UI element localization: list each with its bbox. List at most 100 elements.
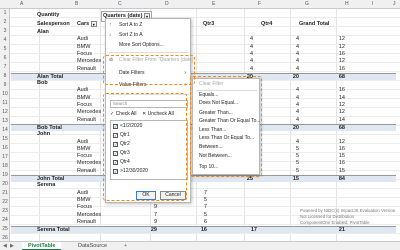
check-all-button[interactable]: ✓ Check All: [110, 111, 136, 117]
search-input[interactable]: Search: [110, 100, 188, 108]
col-B[interactable]: B: [75, 1, 78, 7]
col-E[interactable]: E: [212, 1, 215, 7]
filter-item[interactable]: ✓ Qtr1: [113, 132, 130, 139]
filter-item[interactable]: ✓ Qtr2: [113, 141, 130, 148]
car-cell: Mercedes: [77, 58, 102, 65]
col-J[interactable]: J: [393, 1, 396, 7]
row-number[interactable]: 15: [0, 135, 10, 144]
checkbox-checked-icon[interactable]: ✓: [113, 169, 118, 174]
row-number[interactable]: 14: [0, 126, 10, 135]
grand-total-cell: 15: [338, 153, 345, 160]
does-not-equal-item[interactable]: Does Not Equal...: [199, 99, 238, 108]
row-number[interactable]: 5: [0, 45, 10, 54]
pivot-data-row: Audi 4 4 12: [11, 36, 396, 43]
quantity-label: Quantity: [37, 12, 60, 18]
checkbox-checked-icon[interactable]: ✓: [113, 160, 118, 165]
row-number[interactable]: 21: [0, 189, 10, 198]
filter-item[interactable]: ✓ Qtr3: [113, 150, 130, 157]
uncheck-all-button[interactable]: ✕ Uncheck All: [142, 111, 174, 117]
row-number[interactable]: 9: [0, 81, 10, 90]
value-filters-label: Value Filters: [119, 82, 147, 88]
sort-a-z-label: Sort A to Z: [119, 22, 143, 28]
col-A[interactable]: A: [20, 1, 23, 7]
col-I[interactable]: I: [372, 1, 373, 7]
tab-pivottable[interactable]: PivotTable: [22, 242, 62, 250]
row-number[interactable]: 20: [0, 180, 10, 189]
filter-item[interactable]: ✓ <1/2/2020: [113, 123, 142, 130]
col-D[interactable]: D: [165, 1, 169, 7]
more-sort-options-item[interactable]: More Sort Options...: [109, 41, 189, 50]
cars-field-header[interactable]: Cars ▾: [77, 20, 97, 29]
cancel-button[interactable]: Cancel: [160, 191, 186, 200]
not-between-item[interactable]: Not Between...: [199, 152, 232, 161]
row-number[interactable]: 16: [0, 144, 10, 153]
row-number[interactable]: 12: [0, 108, 10, 117]
col-C[interactable]: C: [118, 1, 122, 7]
row-number[interactable]: 1: [0, 9, 10, 18]
sheet-tab-bar: ◀ ▶ PivotTable DataSource +: [0, 241, 400, 250]
checkbox-checked-icon[interactable]: ✓: [113, 142, 118, 147]
less-than-or-equal-item[interactable]: Less Than Or Equal To...: [199, 134, 254, 143]
grand-total-cell: 16: [338, 65, 345, 72]
filter-item[interactable]: ✓ Qtr4: [113, 159, 130, 166]
row-number[interactable]: 3: [0, 27, 10, 36]
row-number[interactable]: 19: [0, 171, 10, 180]
ok-button[interactable]: OK: [136, 191, 156, 200]
pivot-group-row: Alan: [11, 29, 396, 36]
qtr4-value-cell: 4: [295, 102, 299, 108]
car-cell: Audi: [77, 138, 89, 145]
value-cell: 21: [338, 227, 345, 234]
clear-filter-item[interactable]: ⊘ Clear Filter From "Quarters (date)": [109, 56, 195, 65]
between-item[interactable]: Between...: [199, 143, 223, 152]
sort-az-icon: ↑: [109, 22, 112, 28]
row-number[interactable]: 8: [0, 72, 10, 81]
checkbox-checked-icon[interactable]: ✓: [113, 133, 118, 138]
row-number[interactable]: 11: [0, 99, 10, 108]
qtr3-value-cell: 4: [249, 50, 253, 57]
sort-z-a-item[interactable]: ↓ Sort Z to A: [109, 31, 189, 40]
cars-dropdown-icon[interactable]: ▾: [90, 20, 97, 27]
row-number[interactable]: 23: [0, 207, 10, 216]
checkbox-checked-icon[interactable]: ✓: [113, 151, 118, 156]
tab-prev-icon[interactable]: ◀: [3, 243, 7, 249]
row-number[interactable]: 6: [0, 54, 10, 63]
qtr4-value-cell: 4: [295, 50, 299, 57]
row-number[interactable]: 22: [0, 198, 10, 207]
pivot-total-row: Serena Total 29 16 17 21: [11, 226, 396, 234]
value-filters-item[interactable]: Value Filters ›: [109, 81, 189, 90]
row-number[interactable]: 7: [0, 63, 10, 72]
clear-value-filter-item[interactable]: Clear Filter: [199, 80, 223, 89]
qtr4-value-cell: 4: [295, 109, 299, 116]
grand-total-cell: 14: [338, 116, 345, 123]
filter-item-label: Qtr4: [120, 159, 130, 165]
car-cell: BMW: [77, 145, 91, 152]
date-filters-item[interactable]: Date Filters ›: [109, 69, 189, 78]
row-number[interactable]: 2: [0, 18, 10, 27]
qtr4-header: Qtr4: [261, 21, 273, 27]
add-sheet-button[interactable]: +: [118, 242, 133, 250]
row-number[interactable]: 18: [0, 162, 10, 171]
row-number[interactable]: 13: [0, 117, 10, 126]
tab-datasource[interactable]: DataSource: [72, 242, 113, 250]
car-cell: Mercedes: [77, 109, 102, 116]
filter-item-label: Qtr1: [120, 132, 130, 138]
greater-than-or-equal-item[interactable]: Greater Than Or Equal To...: [199, 117, 261, 126]
row-number[interactable]: 24: [0, 216, 10, 225]
filter-item[interactable]: ✓ >12/30/2020: [113, 168, 148, 175]
col-F[interactable]: F: [258, 1, 261, 7]
tab-next-icon[interactable]: ▶: [10, 243, 14, 249]
row-number[interactable]: 17: [0, 153, 10, 162]
row-number[interactable]: 25: [0, 225, 10, 234]
col-G[interactable]: G: [305, 1, 309, 7]
menu-separator: [109, 94, 189, 95]
car-cell: Mercedes: [77, 160, 102, 167]
value-cell: 9: [153, 204, 157, 211]
row-number[interactable]: 10: [0, 90, 10, 99]
row-number[interactable]: 4: [0, 36, 10, 45]
col-H[interactable]: H: [345, 1, 349, 7]
grand-total-cell: 16: [338, 145, 345, 152]
sort-a-z-item[interactable]: ↑ Sort A to Z: [109, 21, 189, 30]
checkbox-checked-icon[interactable]: ✓: [113, 124, 118, 129]
car-cell: Audi: [77, 36, 89, 43]
top-10-item[interactable]: Top 10...: [199, 163, 218, 172]
